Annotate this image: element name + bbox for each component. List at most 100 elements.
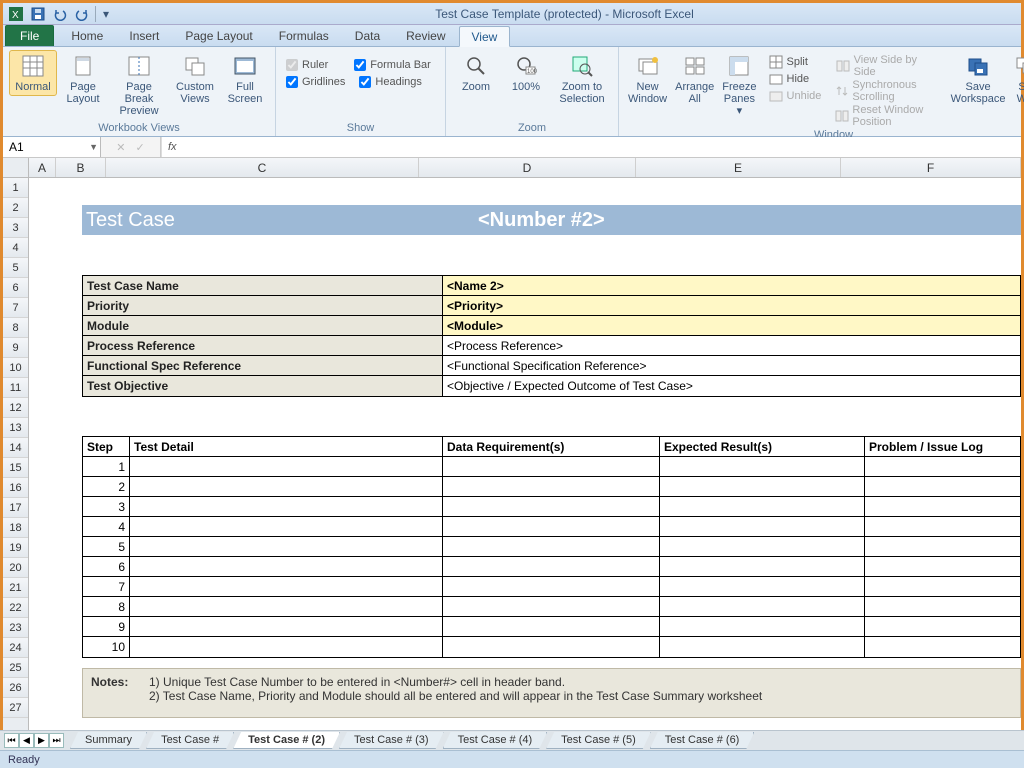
- sheet-tab[interactable]: Test Case # (6): [650, 732, 755, 749]
- row-header[interactable]: 4: [3, 238, 28, 258]
- sheet-tab[interactable]: Summary: [70, 732, 147, 749]
- page-layout-button[interactable]: Page Layout: [59, 50, 107, 108]
- table-cell[interactable]: [443, 457, 660, 476]
- tab-home[interactable]: Home: [58, 25, 116, 46]
- qat-dropdown-icon[interactable]: ▾: [100, 5, 112, 23]
- row-header[interactable]: 7: [3, 298, 28, 318]
- table-cell[interactable]: [443, 637, 660, 657]
- table-cell[interactable]: [130, 637, 443, 657]
- split-button[interactable]: Split: [766, 54, 824, 70]
- save-workspace-button[interactable]: Save Workspace: [948, 50, 1008, 108]
- row-header[interactable]: 22: [3, 598, 28, 618]
- tab-data[interactable]: Data: [342, 25, 393, 46]
- row-header[interactable]: 8: [3, 318, 28, 338]
- row-header[interactable]: 12: [3, 398, 28, 418]
- table-cell[interactable]: [443, 617, 660, 636]
- formula-bar-checkbox[interactable]: Formula Bar: [350, 58, 435, 72]
- headings-checkbox[interactable]: Headings: [355, 75, 425, 89]
- sheet-tab[interactable]: Test Case # (2): [233, 732, 340, 749]
- row-header[interactable]: 23: [3, 618, 28, 638]
- row-header[interactable]: 21: [3, 578, 28, 598]
- column-header-B[interactable]: B: [56, 158, 106, 177]
- row-header[interactable]: 10: [3, 358, 28, 378]
- gridlines-checkbox[interactable]: Gridlines: [282, 75, 349, 89]
- ruler-checkbox[interactable]: Ruler: [282, 58, 332, 72]
- row-header[interactable]: 14: [3, 438, 28, 458]
- row-header[interactable]: 24: [3, 638, 28, 658]
- switch-windows-button[interactable]: SwWin: [1010, 50, 1024, 108]
- table-cell[interactable]: 10: [83, 637, 130, 657]
- table-cell[interactable]: [660, 537, 865, 556]
- row-header[interactable]: 3: [3, 218, 28, 238]
- excel-icon[interactable]: X: [7, 5, 25, 23]
- zoom-to-selection-button[interactable]: Zoom to Selection: [552, 50, 612, 108]
- table-cell[interactable]: 4: [83, 517, 130, 536]
- row-header[interactable]: 18: [3, 518, 28, 538]
- table-cell[interactable]: [865, 637, 1020, 657]
- table-cell[interactable]: 5: [83, 537, 130, 556]
- info-value[interactable]: <Module>: [443, 316, 1020, 335]
- sheet-tab[interactable]: Test Case # (5): [546, 732, 651, 749]
- new-window-button[interactable]: New Window: [625, 50, 670, 108]
- table-cell[interactable]: [443, 557, 660, 576]
- formula-bar[interactable]: fx: [161, 137, 1021, 157]
- table-cell[interactable]: 8: [83, 597, 130, 616]
- row-header[interactable]: 2: [3, 198, 28, 218]
- file-tab[interactable]: File: [5, 25, 54, 46]
- column-header-E[interactable]: E: [636, 158, 841, 177]
- info-value[interactable]: <Name 2>: [443, 276, 1020, 295]
- sheet-nav-prev-icon[interactable]: ◀: [19, 733, 34, 748]
- row-header[interactable]: 26: [3, 678, 28, 698]
- table-cell[interactable]: [130, 517, 443, 536]
- row-header[interactable]: 11: [3, 378, 28, 398]
- table-cell[interactable]: [130, 617, 443, 636]
- sheet-tab[interactable]: Test Case #: [146, 732, 234, 749]
- row-header[interactable]: 19: [3, 538, 28, 558]
- table-cell[interactable]: 9: [83, 617, 130, 636]
- freeze-panes-button[interactable]: Freeze Panes ▾: [719, 50, 759, 120]
- table-cell[interactable]: [865, 617, 1020, 636]
- tab-view[interactable]: View: [459, 26, 511, 47]
- table-cell[interactable]: [660, 637, 865, 657]
- redo-icon[interactable]: [73, 5, 91, 23]
- worksheet-area[interactable]: 1234567891011121314151617181920212223242…: [3, 178, 1021, 743]
- table-cell[interactable]: [660, 457, 865, 476]
- zoom-button[interactable]: Zoom: [452, 50, 500, 96]
- zoom-100-button[interactable]: 100 100%: [502, 50, 550, 96]
- sheet-nav-last-icon[interactable]: ⏭: [49, 733, 64, 748]
- table-cell[interactable]: [130, 477, 443, 496]
- tab-formulas[interactable]: Formulas: [266, 25, 342, 46]
- table-cell[interactable]: 2: [83, 477, 130, 496]
- info-value[interactable]: <Objective / Expected Outcome of Test Ca…: [443, 376, 1020, 396]
- sheet-tab[interactable]: Test Case # (3): [339, 732, 444, 749]
- full-screen-button[interactable]: Full Screen: [221, 50, 269, 108]
- page-break-preview-button[interactable]: Page Break Preview: [109, 50, 169, 120]
- row-header[interactable]: 15: [3, 458, 28, 478]
- row-header[interactable]: 17: [3, 498, 28, 518]
- table-cell[interactable]: 6: [83, 557, 130, 576]
- name-box[interactable]: A1 ▼: [3, 137, 101, 157]
- tab-insert[interactable]: Insert: [116, 25, 172, 46]
- cells-grid[interactable]: Test Case <Number #2> Test Case Name<Nam…: [29, 178, 1021, 743]
- table-cell[interactable]: [443, 577, 660, 596]
- table-cell[interactable]: [443, 597, 660, 616]
- table-cell[interactable]: [130, 597, 443, 616]
- table-cell[interactable]: [865, 537, 1020, 556]
- sheet-nav-next-icon[interactable]: ▶: [34, 733, 49, 748]
- table-cell[interactable]: [660, 477, 865, 496]
- table-cell[interactable]: [865, 597, 1020, 616]
- row-header[interactable]: 9: [3, 338, 28, 358]
- table-cell[interactable]: [865, 577, 1020, 596]
- name-box-dropdown-icon[interactable]: ▼: [89, 142, 98, 152]
- custom-views-button[interactable]: Custom Views: [171, 50, 219, 108]
- table-cell[interactable]: [130, 577, 443, 596]
- table-cell[interactable]: [130, 457, 443, 476]
- tab-page-layout[interactable]: Page Layout: [172, 25, 265, 46]
- tab-review[interactable]: Review: [393, 25, 458, 46]
- table-cell[interactable]: [865, 497, 1020, 516]
- column-header-C[interactable]: C: [106, 158, 419, 177]
- row-header[interactable]: 5: [3, 258, 28, 278]
- row-header[interactable]: 13: [3, 418, 28, 438]
- column-header-A[interactable]: A: [29, 158, 56, 177]
- arrange-all-button[interactable]: Arrange All: [672, 50, 717, 108]
